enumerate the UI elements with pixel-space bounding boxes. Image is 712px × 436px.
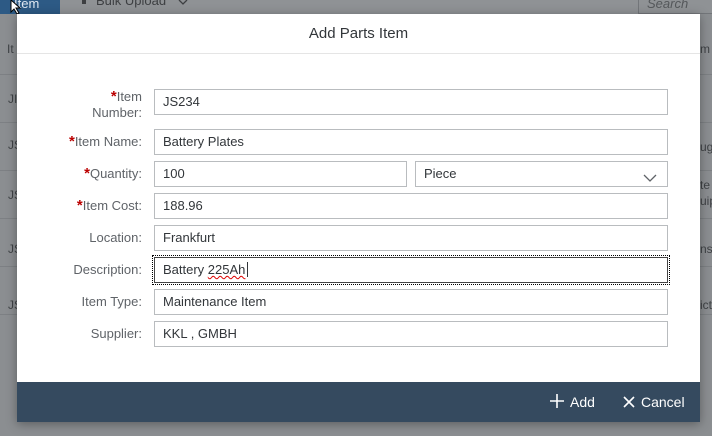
background-cell: uip xyxy=(700,194,712,208)
item-number-label: *Item Number: xyxy=(92,88,142,121)
close-icon xyxy=(623,383,635,423)
background-cell: ict xyxy=(700,298,712,312)
add-button[interactable]: Add xyxy=(550,382,595,422)
dialog-footer: Add Cancel xyxy=(17,382,700,422)
item-name-label: *Item Name: xyxy=(68,133,142,150)
item-number-row: *Item Number: JS234 xyxy=(17,89,700,120)
supplier-input[interactable]: KKL , GMBH xyxy=(154,321,668,347)
quantity-row: *Quantity: 100 Piece xyxy=(17,161,700,187)
dialog-title: Add Parts Item xyxy=(17,14,700,54)
location-row: Location: Frankfurt xyxy=(17,225,700,251)
spellcheck-word: 225Ah xyxy=(207,262,246,277)
chevron-down-icon xyxy=(178,0,188,8)
chevron-down-icon[interactable] xyxy=(643,168,657,182)
item-cost-row: *Item Cost: 188.96 xyxy=(17,193,700,219)
background-cell: te xyxy=(700,178,711,192)
background-item-button: Item xyxy=(0,0,60,14)
description-label: Description: xyxy=(73,262,142,277)
supplier-label: Supplier: xyxy=(90,326,142,341)
item-cost-input[interactable]: 188.96 xyxy=(154,193,668,219)
item-type-row: Item Type: Maintenance Item xyxy=(17,289,700,315)
item-name-row: *Item Name: Battery Plates xyxy=(17,129,700,155)
upload-icon xyxy=(78,0,90,8)
item-type-label: Item Type: xyxy=(81,294,142,309)
background-cell: JI xyxy=(8,92,18,106)
item-cost-label: *Item Cost: xyxy=(76,197,142,214)
text-caret xyxy=(247,262,249,277)
add-parts-item-dialog: Add Parts Item *Item Number: JS234 *Item… xyxy=(17,14,700,422)
background-column-header: m xyxy=(700,42,710,56)
location-label: Location: xyxy=(89,230,142,245)
plus-icon xyxy=(550,383,564,423)
cancel-button[interactable]: Cancel xyxy=(623,382,685,422)
quantity-unit-select[interactable]: Piece xyxy=(415,161,668,187)
supplier-row: Supplier: KKL , GMBH xyxy=(17,321,700,347)
description-input[interactable]: Battery 225Ah xyxy=(152,255,670,285)
background-bulk-upload-button: Bulk Upload xyxy=(78,0,188,8)
item-number-input[interactable]: JS234 xyxy=(154,89,668,115)
mouse-cursor-icon xyxy=(10,0,22,15)
location-input[interactable]: Frankfurt xyxy=(154,225,668,251)
background-cell: nse xyxy=(700,242,712,256)
item-type-input[interactable]: Maintenance Item xyxy=(154,289,668,315)
quantity-input[interactable]: 100 xyxy=(154,161,407,187)
background-cell: ug xyxy=(700,140,712,154)
background-search-input: Search xyxy=(638,0,712,14)
description-row: Description: Battery 225Ah xyxy=(17,255,700,285)
background-column-header: It xyxy=(7,42,14,56)
item-name-input[interactable]: Battery Plates xyxy=(154,129,668,155)
quantity-label: *Quantity: xyxy=(84,165,142,182)
